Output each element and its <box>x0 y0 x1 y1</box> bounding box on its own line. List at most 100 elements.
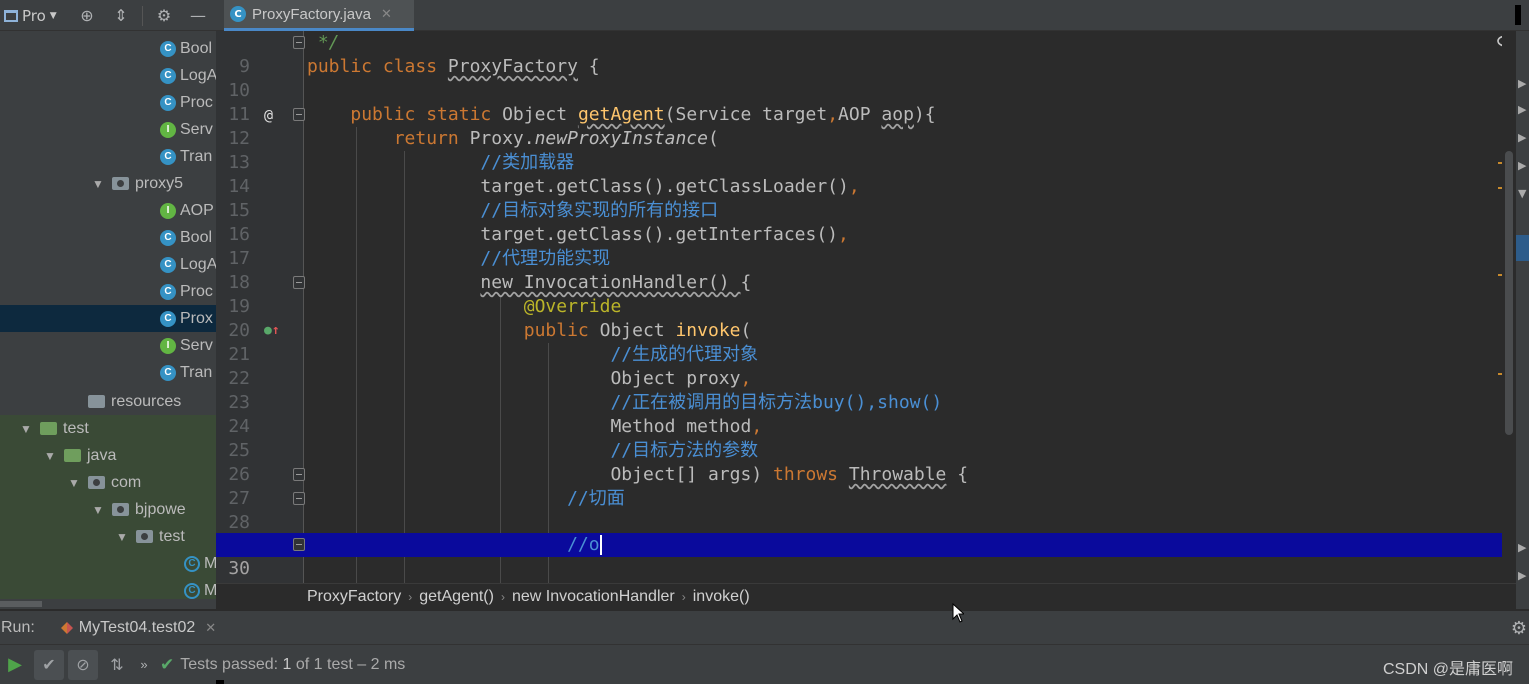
breadcrumb-item[interactable]: invoke() <box>693 588 750 606</box>
code-line: 24 //正在被调用的目标方法buy(),show() <box>216 391 1516 437</box>
right-tool-strip: ▶ ▶ ▶ ▶ ▼ ▶ ▶ <box>1516 31 1529 609</box>
tree-item-label: Bool <box>180 228 213 246</box>
tree-item[interactable]: C Proc <box>0 278 216 305</box>
arrow-right-icon[interactable]: ▶ <box>1518 541 1526 554</box>
chevron-down-icon[interactable]: ▼ <box>68 476 80 490</box>
tree-item[interactable]: I AOP <box>0 197 216 224</box>
code-text: //类加载器 <box>307 151 574 175</box>
tree-item[interactable]: resources <box>0 388 216 415</box>
locate-icon[interactable]: ⊕ <box>70 0 104 31</box>
tree-item[interactable]: C Prox <box>0 305 216 332</box>
arrow-right-icon[interactable]: ▶ <box>1518 131 1526 144</box>
hide-icon[interactable]: — <box>181 0 215 31</box>
close-icon[interactable]: ✕ <box>205 620 216 636</box>
show-ignored-icon[interactable]: ⊘ <box>68 649 98 680</box>
keyword: public <box>523 320 600 341</box>
check-icon: ✔ <box>160 654 175 674</box>
expand-icon[interactable]: » <box>136 650 152 680</box>
breadcrumb: ProxyFactory › getAgent() › new Invocati… <box>216 583 1516 610</box>
fold-icon[interactable] <box>293 468 305 481</box>
chevron-down-icon[interactable]: ▼ <box>20 422 32 436</box>
tree-item[interactable]: C Bool <box>0 35 216 62</box>
chevron-down-icon[interactable]: ▼ <box>44 449 56 463</box>
run-config-tab[interactable]: MyTest04.test02 ✕ <box>51 611 226 645</box>
breadcrumb-item[interactable]: ProxyFactory <box>307 588 401 606</box>
arrow-right-icon[interactable]: ▶ <box>1518 159 1526 172</box>
project-tree: C Bool C LogA C Proc I Serv C Tran ▼ proxy5 I AOP C Boo… <box>0 31 216 609</box>
tab-list-icon[interactable] <box>1515 5 1521 25</box>
code-editor[interactable]: 9 */ 10 public class ProxyFactory { 11 1… <box>216 31 1516 583</box>
code-text: */ <box>307 31 340 55</box>
gear-icon[interactable]: ⚙ <box>1511 618 1527 639</box>
code-line: 14 //类加载器 <box>216 151 1516 197</box>
tree-item[interactable]: C Tran <box>0 359 216 386</box>
fold-icon[interactable] <box>293 36 305 49</box>
fold-icon[interactable] <box>293 538 305 551</box>
breadcrumb-item[interactable]: getAgent() <box>419 588 494 606</box>
project-view-selector[interactable]: Pro ▼ <box>0 0 70 31</box>
code-text: //生成的代理对象 <box>307 343 758 367</box>
chevron-down-icon[interactable]: ▼ <box>92 503 104 517</box>
breadcrumb-item[interactable]: new InvocationHandler <box>512 588 675 606</box>
show-passed-icon[interactable]: ✔ <box>34 649 64 680</box>
tree-item[interactable]: C LogA <box>0 251 216 278</box>
code-token: { <box>577 56 600 77</box>
code-text: //代理功能实现 <box>307 247 610 271</box>
tree-item[interactable]: ▼ test <box>0 415 216 442</box>
tree-item[interactable]: C Bool <box>0 224 216 251</box>
class-icon: C <box>160 229 176 246</box>
class-icon: C <box>160 283 176 300</box>
project-icon <box>4 9 18 22</box>
fold-icon[interactable] <box>293 492 305 505</box>
arrow-right-icon[interactable]: ▶ <box>1518 569 1526 582</box>
tree-item[interactable]: ▼ java <box>0 442 216 469</box>
class-icon: C <box>160 256 176 273</box>
editor-scrollbar[interactable] <box>1502 31 1516 583</box>
scrollbar-thumb[interactable] <box>1505 151 1513 435</box>
tree-item[interactable]: ▼ bjpowe <box>0 496 216 523</box>
chevron-down-icon[interactable]: ▼ <box>92 177 104 191</box>
comment: //代理功能实现 <box>480 248 611 269</box>
arrow-down-icon[interactable]: ▼ <box>1518 187 1526 200</box>
tool-window-marker[interactable] <box>1516 235 1529 261</box>
code-text: //目标对象实现的所有的接口 <box>307 199 718 223</box>
sort-icon[interactable]: ⇅ <box>102 650 132 680</box>
code-token: target.getClass().getInterfaces() <box>480 224 839 245</box>
tree-item-label: com <box>111 473 142 491</box>
tree-item[interactable]: CM <box>0 550 216 577</box>
code-text: Object[] args) throws Throwable { <box>307 463 968 487</box>
code-line: 12 @ public static Object getAgent(Servi… <box>216 103 1516 149</box>
code-text: @Override <box>307 295 622 319</box>
gear-icon[interactable]: ⚙ <box>147 0 181 31</box>
fold-icon[interactable] <box>293 276 305 289</box>
code-token: { <box>946 464 969 485</box>
code-text: public static Object getAgent(Service ta… <box>307 103 935 127</box>
fold-icon[interactable] <box>293 108 305 121</box>
implementation-marker-icon[interactable]: @ <box>264 103 273 127</box>
tree-item[interactable]: ▼ com <box>0 469 216 496</box>
code-text: //o <box>307 533 602 557</box>
tab-proxyfactory[interactable]: C ProxyFactory.java ✕ <box>224 0 414 31</box>
tree-item[interactable]: C Proc <box>0 89 216 116</box>
tree-item[interactable]: C LogA <box>0 62 216 89</box>
code-line: 19 new InvocationHandler() { <box>216 271 1516 317</box>
tree-item[interactable]: I Serv <box>0 116 216 143</box>
tree-item[interactable]: C Tran <box>0 143 216 170</box>
annotation: @Override <box>523 296 622 317</box>
tree-item[interactable]: ▼ proxy5 <box>0 170 216 197</box>
chevron-down-icon[interactable]: ▼ <box>116 530 128 544</box>
rerun-icon[interactable]: ▶ <box>0 650 30 680</box>
tree-item[interactable]: I Serv <box>0 332 216 359</box>
tree-item-label: Prox <box>180 309 213 327</box>
scrollbar-thumb[interactable] <box>0 601 42 607</box>
tree-scrollbar[interactable] <box>0 599 216 609</box>
class-name: Throwable <box>848 464 947 485</box>
tree-item-label: proxy5 <box>135 174 184 192</box>
override-marker-icon[interactable]: ●↑ <box>264 319 280 343</box>
collapse-all-icon[interactable]: ⇕ <box>104 0 138 31</box>
comment: //类加载器 <box>480 152 575 173</box>
arrow-right-icon[interactable]: ▶ <box>1518 77 1526 90</box>
arrow-right-icon[interactable]: ▶ <box>1518 103 1526 116</box>
tree-item[interactable]: ▼ test <box>0 523 216 550</box>
close-icon[interactable]: ✕ <box>381 7 392 22</box>
